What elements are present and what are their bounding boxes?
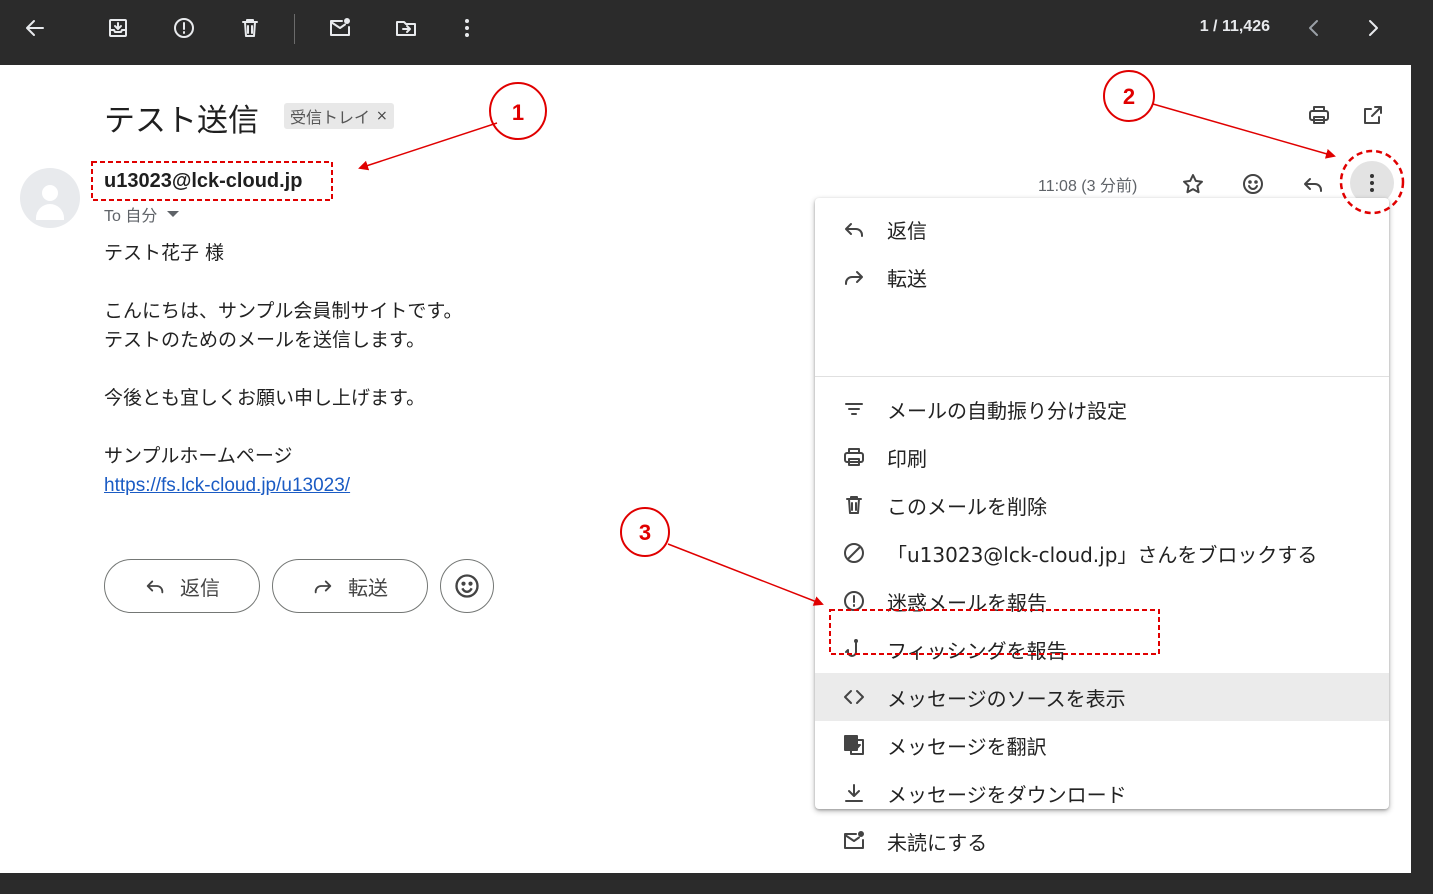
menu-item-translate[interactable]: メッセージを翻訳 bbox=[815, 721, 1389, 769]
open-in-new-window-icon[interactable] bbox=[1357, 99, 1389, 131]
menu-item-forward[interactable]: 転送 bbox=[815, 253, 1389, 301]
recipient-line[interactable]: To 自分 bbox=[104, 202, 180, 226]
archive-icon[interactable] bbox=[100, 10, 136, 46]
forward-icon bbox=[314, 580, 332, 594]
body-link[interactable]: https://fs.lck-cloud.jp/u13023/ bbox=[104, 475, 350, 496]
report-spam-icon[interactable] bbox=[166, 10, 202, 46]
star-icon[interactable] bbox=[1175, 166, 1211, 202]
reply-button[interactable]: 返信 bbox=[104, 559, 260, 613]
message-time: 11:08 (3 分前) bbox=[1038, 178, 1138, 195]
reply-icon[interactable] bbox=[1295, 166, 1331, 202]
chevron-left-icon[interactable] bbox=[1296, 10, 1332, 46]
forward-icon bbox=[840, 263, 868, 291]
label-text: 受信トレイ bbox=[290, 108, 371, 127]
emoji-reaction-icon[interactable] bbox=[1235, 166, 1271, 202]
emoji-reaction-button[interactable] bbox=[440, 559, 494, 613]
message-pane: テスト送信 受信トレイ × u13023@lck-cloud.jp To 自分 … bbox=[0, 65, 1411, 873]
more-options-menu: 返信 転送 メールの自動振り分け設定 印刷 このメールを削除 「u13023@l… bbox=[815, 198, 1389, 855]
toolbar-separator bbox=[294, 14, 295, 44]
back-arrow-icon[interactable] bbox=[17, 10, 53, 46]
close-icon[interactable]: × bbox=[376, 108, 388, 124]
more-vert-icon bbox=[1370, 181, 1374, 185]
phishing-hook-icon bbox=[840, 635, 868, 663]
menu-item-label: メッセージをダウンロード bbox=[887, 782, 1127, 807]
email-subject: テスト送信 bbox=[104, 103, 259, 139]
body-line-1: こんにちは、サンプル会員制サイトです。 bbox=[104, 300, 463, 322]
menu-item-label: 印刷 bbox=[887, 446, 927, 471]
menu-item-label: 返信 bbox=[887, 218, 927, 243]
mark-unread-icon[interactable] bbox=[322, 10, 358, 46]
menu-item-block-sender[interactable]: 「u13023@lck-cloud.jp」さんをブロックする bbox=[815, 529, 1389, 577]
body-signature: サンプルホームページ bbox=[104, 445, 293, 467]
forward-button[interactable]: 転送 bbox=[272, 559, 428, 613]
emoji-icon bbox=[455, 574, 479, 598]
delete-icon bbox=[840, 491, 868, 519]
menu-item-report-spam[interactable]: 迷惑メールを報告 bbox=[815, 577, 1389, 625]
menu-item-delete[interactable]: このメールを削除 bbox=[815, 481, 1389, 529]
menu-item-label: 迷惑メールを報告 bbox=[887, 590, 1047, 615]
translate-icon bbox=[840, 731, 868, 759]
block-icon bbox=[840, 539, 868, 567]
delete-icon[interactable] bbox=[232, 10, 268, 46]
filter-icon bbox=[840, 395, 868, 423]
sender-address[interactable]: u13023@lck-cloud.jp bbox=[104, 170, 302, 193]
bottom-bar bbox=[0, 873, 1433, 894]
caret-down-icon[interactable] bbox=[167, 211, 180, 217]
menu-item-reply[interactable]: 返信 bbox=[815, 205, 1389, 253]
reply-icon bbox=[146, 580, 164, 594]
reply-icon bbox=[840, 215, 868, 243]
menu-item-label: メールの自動振り分け設定 bbox=[887, 398, 1127, 423]
menu-item-label: 転送 bbox=[887, 266, 927, 291]
menu-item-label: 「u13023@lck-cloud.jp」さんをブロックする bbox=[887, 542, 1318, 567]
menu-item-label: このメールを削除 bbox=[887, 494, 1047, 519]
menu-item-show-original[interactable]: メッセージのソースを表示 bbox=[815, 673, 1389, 721]
move-to-icon[interactable] bbox=[388, 10, 424, 46]
more-vert-icon[interactable] bbox=[449, 10, 485, 46]
menu-item-filter[interactable]: メールの自動振り分け設定 bbox=[815, 385, 1389, 433]
message-counter: 1 / 11,426 bbox=[1199, 18, 1270, 35]
menu-item-label: メッセージのソースを表示 bbox=[887, 686, 1126, 711]
chevron-right-icon[interactable] bbox=[1355, 10, 1391, 46]
report-spam-icon bbox=[840, 587, 868, 615]
body-line-3: 今後とも宜しくお願い申し上げます。 bbox=[104, 387, 426, 409]
avatar bbox=[20, 168, 80, 228]
menu-item-label: 未読にする bbox=[887, 830, 988, 855]
menu-divider bbox=[815, 376, 1389, 377]
menu-item-report-phishing[interactable]: フィッシングを報告 bbox=[815, 625, 1389, 673]
top-toolbar: 1 / 11,426 bbox=[0, 0, 1433, 65]
print-icon[interactable] bbox=[1303, 99, 1335, 131]
body-greeting: テスト花子 様 bbox=[104, 242, 225, 264]
forward-button-label: 転送 bbox=[348, 575, 388, 600]
download-icon bbox=[840, 779, 868, 807]
code-icon bbox=[840, 683, 868, 711]
menu-item-download[interactable]: メッセージをダウンロード bbox=[815, 769, 1389, 817]
mark-unread-icon bbox=[840, 827, 868, 855]
inbox-label-chip[interactable]: 受信トレイ × bbox=[284, 103, 394, 129]
menu-item-label: メッセージを翻訳 bbox=[887, 734, 1047, 759]
reply-button-label: 返信 bbox=[180, 575, 220, 600]
menu-item-mark-unread[interactable]: 未読にする bbox=[815, 817, 1389, 865]
menu-item-print[interactable]: 印刷 bbox=[815, 433, 1389, 481]
recipient-text: To 自分 bbox=[104, 208, 158, 225]
menu-item-label: フィッシングを報告 bbox=[887, 638, 1067, 663]
email-body: テスト花子 様 こんにちは、サンプル会員制サイトです。 テストのためのメールを送… bbox=[104, 239, 463, 500]
print-icon bbox=[840, 443, 868, 471]
body-line-2: テストのためのメールを送信します。 bbox=[104, 329, 426, 351]
